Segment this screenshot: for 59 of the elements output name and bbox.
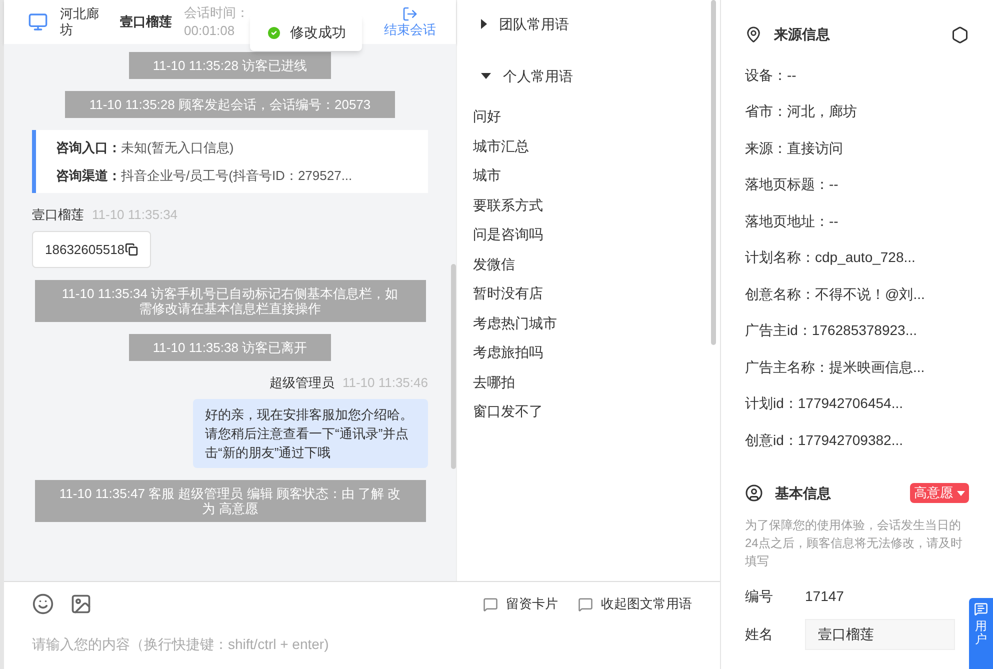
message-time: 11-10 11:35:34 [92,206,178,224]
session-time-label: 会话时间： [184,4,249,22]
info-label: 咨询渠道： [56,166,121,184]
system-message: 11-10 11:35:28 访客已进线 [128,52,332,79]
copy-icon[interactable] [124,242,138,256]
exit-icon [402,6,418,22]
info-value: 未知(暂无入口信息) [121,139,234,157]
intent-tag[interactable]: 高意愿 [910,483,969,503]
caret-icon [481,19,487,29]
info-label: 咨询入口： [56,139,121,157]
dropdown-caret-icon [957,490,965,496]
section-title: 来源信息 [774,25,830,44]
info-field: 来源：直接访问 [745,130,969,166]
message-bubble: 好的亲，现在安排客服加您介绍哈。请您稍后注意查看一下“通讯录”并点击“新的朋友”通过下哦 [193,398,428,468]
user-icon [745,484,763,502]
settings-icon[interactable] [951,26,969,44]
notice-text: 为了保障您的使用体验，会话发生当日的24点之后，顾客信息将无法修改，请及时填写 [745,516,964,570]
session-time: 00:01:08 [184,22,236,40]
system-message: 11-10 11:35:34 访客手机号已自动标记右侧基本信息栏，如需修改请在基本信息栏直接操作 [34,280,426,322]
toolbar-button[interactable]: 留资卡片 [483,594,558,614]
location-pin-icon [745,26,762,43]
info-field: 省市：河北，廊坊 [745,94,969,130]
chat-icon [974,602,988,616]
message-time: 11-10 11:35:46 [342,374,428,392]
message-icon [483,596,498,612]
field-value: 17147 [805,586,844,606]
visitor-location: 河北廊坊 [60,6,100,38]
visitor-name: 壹口榴莲 [120,15,172,29]
field-label: 编号 [745,586,774,606]
system-message: 11-10 11:35:38 访客已离开 [128,334,332,361]
check-icon [266,24,282,40]
info-field: 计划名称：cdp_auto_728... [745,240,969,276]
info-field: 广告主名称：提米映画信息... [745,349,969,386]
info-value: 抖音企业号/员工号(抖音号ID：279527... [121,166,352,185]
field-label: 姓名 [745,624,774,644]
info-field: 设备：-- [745,57,969,94]
name-input[interactable]: 壹口榴莲 [805,618,955,650]
section-title: 基本信息 [775,484,831,502]
sender-name: 超级管理员 [269,374,334,392]
info-field: 创意id：177942709382... [745,422,969,458]
caret-icon [481,73,491,79]
info-field: 创意名称：不得不说！@刘... [745,276,969,312]
info-field: 广告主id：176285378923... [745,312,969,349]
info-field: 落地页标题：-- [745,166,969,203]
message-input[interactable]: 请输入您的内容（换行快捷键：shift/ctrl + enter) [32,634,532,655]
info-field: 落地页地址：-- [745,203,969,240]
emoji-icon[interactable] [32,593,54,615]
system-message: 11-10 11:35:47 客服 超级管理员 编辑 顾客状态：由 了解 改为 高意愿 [34,480,426,522]
toast-text: 修改成功 [290,23,346,42]
side-tab-label: 用户 [975,620,987,646]
info-field: 计划id：177942706454... [745,386,969,422]
phone-number: 18632605518 [45,240,125,258]
image-icon[interactable] [70,593,92,615]
message-icon [578,596,593,612]
side-tab[interactable]: 用户 [969,598,993,669]
sender-name: 壹口榴莲 [32,206,84,224]
toolbar-button[interactable]: 收起图文常用语 [578,594,692,614]
monitor-icon [28,12,48,32]
system-message: 11-10 11:35:28 顾客发起会话，会话编号：20573 [65,91,395,118]
